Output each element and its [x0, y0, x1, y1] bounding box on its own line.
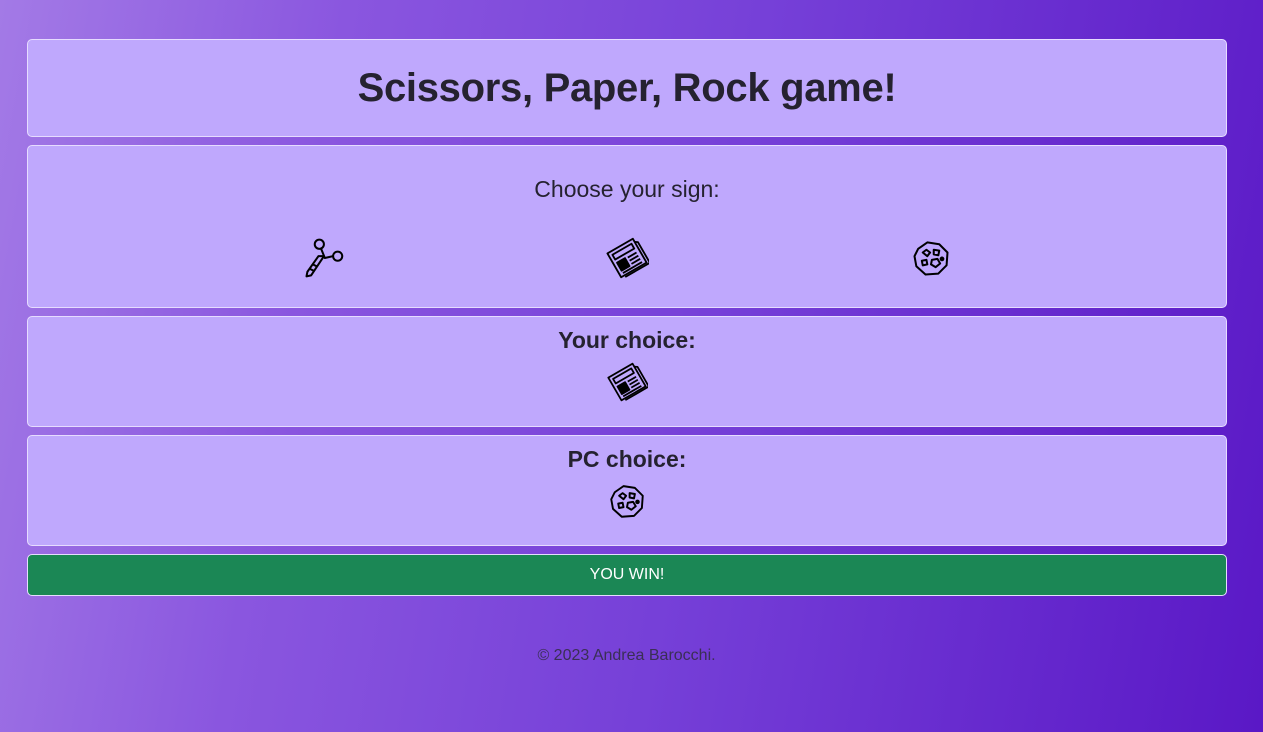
- scissors-button[interactable]: [299, 234, 347, 282]
- pc-choice-card: PC choice:: [27, 435, 1227, 546]
- scissors-icon: [305, 238, 344, 278]
- newspaper-icon: [606, 237, 649, 279]
- your-choice-label: Your choice:: [558, 327, 696, 353]
- your-choice-card: Your choice:: [27, 316, 1227, 427]
- title-card: Scissors, Paper, Rock game!: [27, 39, 1227, 137]
- rock-button[interactable]: [907, 234, 955, 282]
- rock-icon: [610, 485, 644, 518]
- paper-button[interactable]: [603, 234, 651, 282]
- pc-choice-label: PC choice:: [567, 446, 687, 472]
- choose-sign-card: Choose your sign:: [27, 145, 1227, 308]
- rock-icon: [913, 241, 949, 276]
- footer-copyright: © 2023 Andrea Barocchi.: [537, 647, 716, 664]
- page-title: Scissors, Paper, Rock game!: [357, 65, 897, 110]
- newspaper-icon: [607, 362, 648, 402]
- game-container: Scissors, Paper, Rock game! Choose your …: [27, 39, 1227, 596]
- choose-prompt: Choose your sign:: [534, 176, 720, 202]
- result-banner: YOU WIN!: [27, 554, 1227, 596]
